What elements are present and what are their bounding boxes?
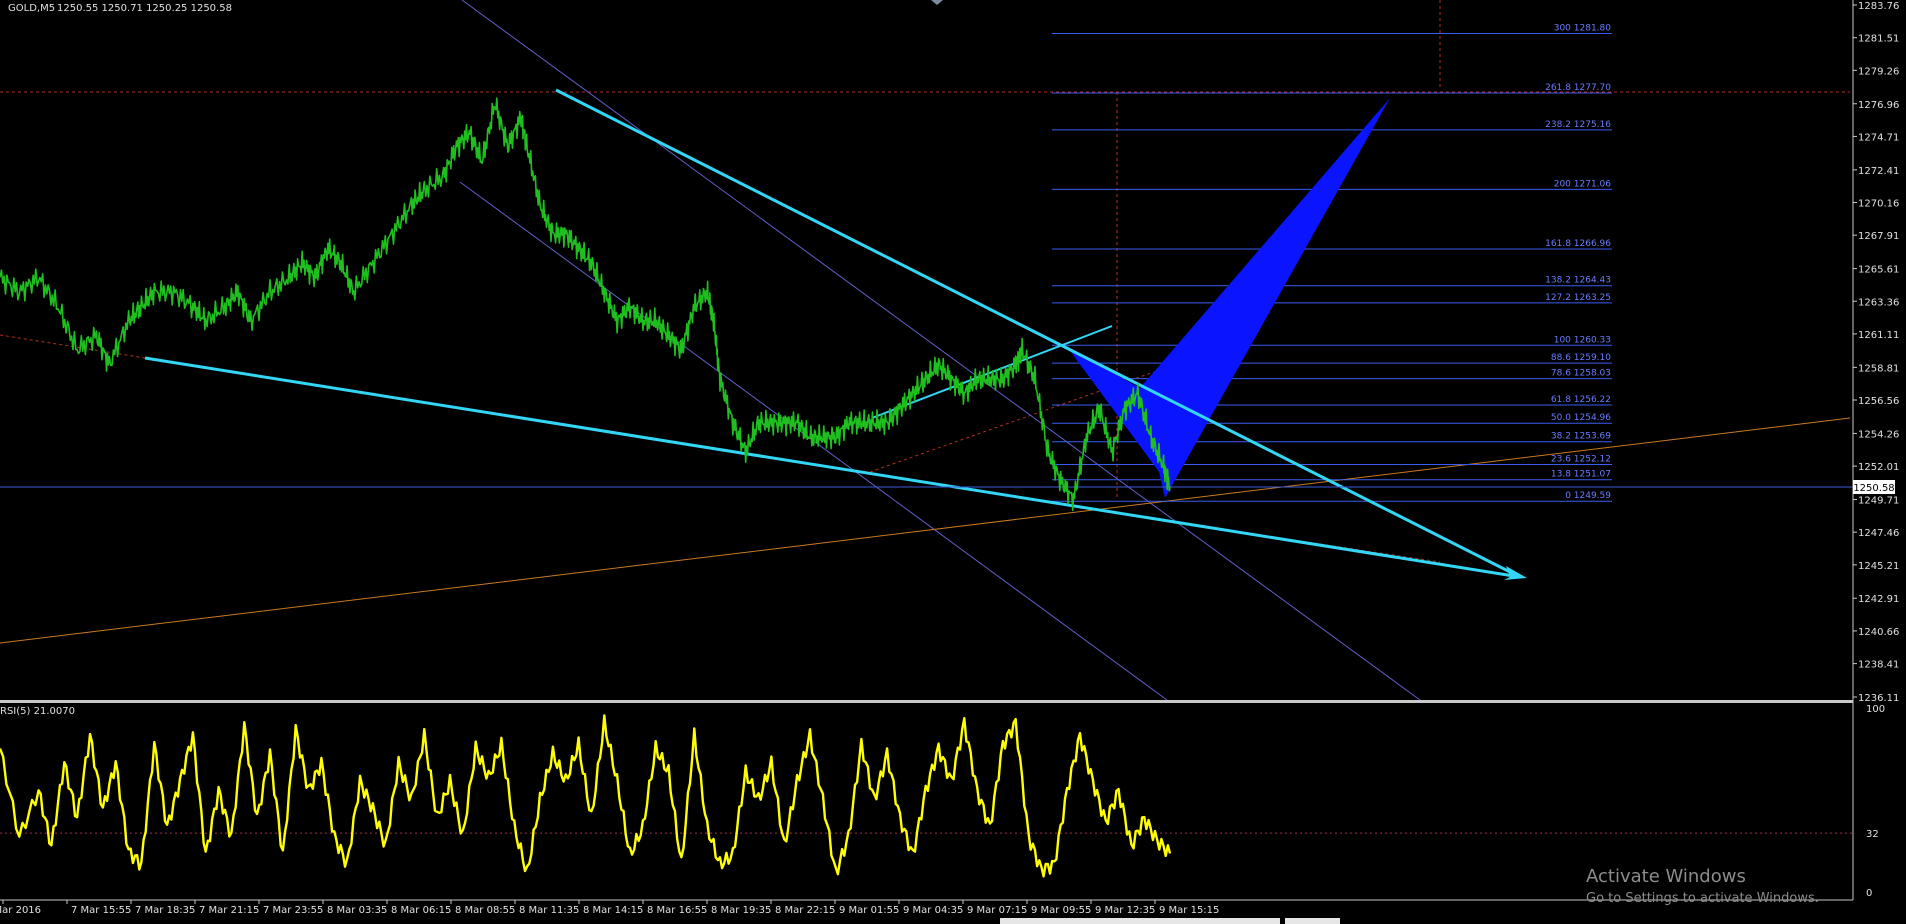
fib-level-label: 88.6 1259.10 (1551, 353, 1611, 363)
time-tick-label: 8 Mar 16:55 (647, 905, 707, 916)
chart-background (0, 0, 1906, 924)
bottom-tab-left[interactable] (1000, 918, 1280, 924)
fib-level-label: 261.8 1277.70 (1545, 83, 1611, 93)
rsi-title-label: RSI(5) 21.0070 (0, 706, 75, 717)
price-tick-label: 1249.71 (1858, 495, 1899, 506)
rsi-tick-label: 0 (1866, 888, 1872, 899)
fib-level-label: 127.2 1263.25 (1545, 293, 1611, 303)
price-tick-label: 1245.21 (1858, 561, 1899, 572)
fib-level-label: 13.8 1251.07 (1551, 470, 1611, 480)
price-tick-label: 1242.91 (1858, 594, 1899, 605)
price-tick-label: 1267.91 (1858, 231, 1899, 242)
time-tick-label: 8 Mar 22:15 (775, 905, 835, 916)
fib-level-label: 61.8 1256.22 (1551, 395, 1611, 405)
price-tick-label: 1252.01 (1858, 462, 1899, 473)
time-tick-label: 8 Mar 14:15 (583, 905, 643, 916)
time-tick-label: 9 Mar 12:35 (1095, 905, 1155, 916)
price-tick-label: 1258.81 (1858, 363, 1899, 374)
time-tick-label: 7 Mar 21:15 (199, 905, 259, 916)
price-tick-label: 1240.66 (1858, 627, 1899, 638)
time-tick-label: 7 Mar 2016 (0, 905, 41, 916)
activate-windows-title: Activate Windows (1586, 866, 1746, 887)
fib-level-label: 161.8 1266.96 (1545, 239, 1611, 249)
fib-level-label: 50.0 1254.96 (1551, 413, 1611, 423)
symbol-label: GOLD,M5 (8, 3, 55, 14)
time-tick-label: 8 Mar 03:35 (327, 905, 387, 916)
rsi-tick-label: 100 (1866, 704, 1885, 715)
fib-level-label: 138.2 1264.43 (1545, 276, 1611, 286)
price-tick-label: 1238.41 (1858, 660, 1899, 671)
price-tick-label: 1274.71 (1858, 132, 1899, 143)
price-tick-label: 1256.56 (1858, 396, 1899, 407)
time-tick-label: 9 Mar 07:15 (967, 905, 1027, 916)
price-tick-label: 1270.16 (1858, 199, 1899, 210)
time-tick-label: 9 Mar 09:55 (1031, 905, 1091, 916)
fib-level-label: 38.2 1253.69 (1551, 432, 1611, 442)
time-tick-label: 7 Mar 23:55 (263, 905, 323, 916)
price-tick-label: 1272.41 (1858, 166, 1899, 177)
pane-separator[interactable] (0, 700, 1853, 703)
fib-level-label: 238.2 1275.16 (1545, 120, 1611, 130)
time-tick-label: 9 Mar 04:35 (903, 905, 963, 916)
fib-level-label: 0 1249.59 (1565, 491, 1611, 501)
activate-windows-subtitle: Go to Settings to activate Windows. (1586, 891, 1819, 906)
ohlc-label: 1250.55 1250.71 1250.25 1250.58 (57, 3, 232, 14)
price-tick-label: 1265.61 (1858, 265, 1899, 276)
bottom-strip (0, 918, 1906, 924)
time-tick-label: 7 Mar 15:55 (71, 905, 131, 916)
price-tick-label: 1263.36 (1858, 297, 1899, 308)
fib-level-label: 200 1271.06 (1554, 179, 1612, 189)
fib-level-label: 23.6 1252.12 (1551, 454, 1611, 464)
time-tick-label: 7 Mar 18:35 (135, 905, 195, 916)
price-tick-label: 1261.11 (1858, 330, 1899, 341)
rsi-tick-label: 32 (1866, 829, 1879, 840)
time-tick-label: 8 Mar 08:55 (455, 905, 515, 916)
bottom-tab-right[interactable] (1285, 918, 1340, 924)
time-tick-label: 9 Mar 15:15 (1159, 905, 1219, 916)
price-tick-label: 1254.26 (1858, 429, 1899, 440)
fib-level-label: 78.6 1258.03 (1551, 369, 1611, 379)
time-tick-label: 9 Mar 01:55 (839, 905, 899, 916)
fib-level-label: 100 1260.33 (1554, 335, 1611, 345)
price-tick-label: 1281.51 (1858, 34, 1899, 45)
price-tick-label: 1247.46 (1858, 528, 1899, 539)
time-tick-label: 8 Mar 06:15 (391, 905, 451, 916)
price-tick-label: 1283.76 (1858, 1, 1899, 12)
time-tick-label: 8 Mar 11:35 (519, 905, 579, 916)
fib-level-label: 300 1281.80 (1554, 23, 1612, 33)
price-tick-label: 1276.96 (1858, 100, 1899, 111)
price-tick-label: 1279.26 (1858, 66, 1899, 77)
price-tick-label: 1236.11 (1858, 693, 1899, 704)
current-price-label: 1250.58 (1853, 483, 1894, 494)
time-tick-label: 8 Mar 19:35 (711, 905, 771, 916)
trading-chart[interactable]: 300 1281.80 261.8 1277.70 238.2 1275.16 200… (0, 0, 1906, 924)
